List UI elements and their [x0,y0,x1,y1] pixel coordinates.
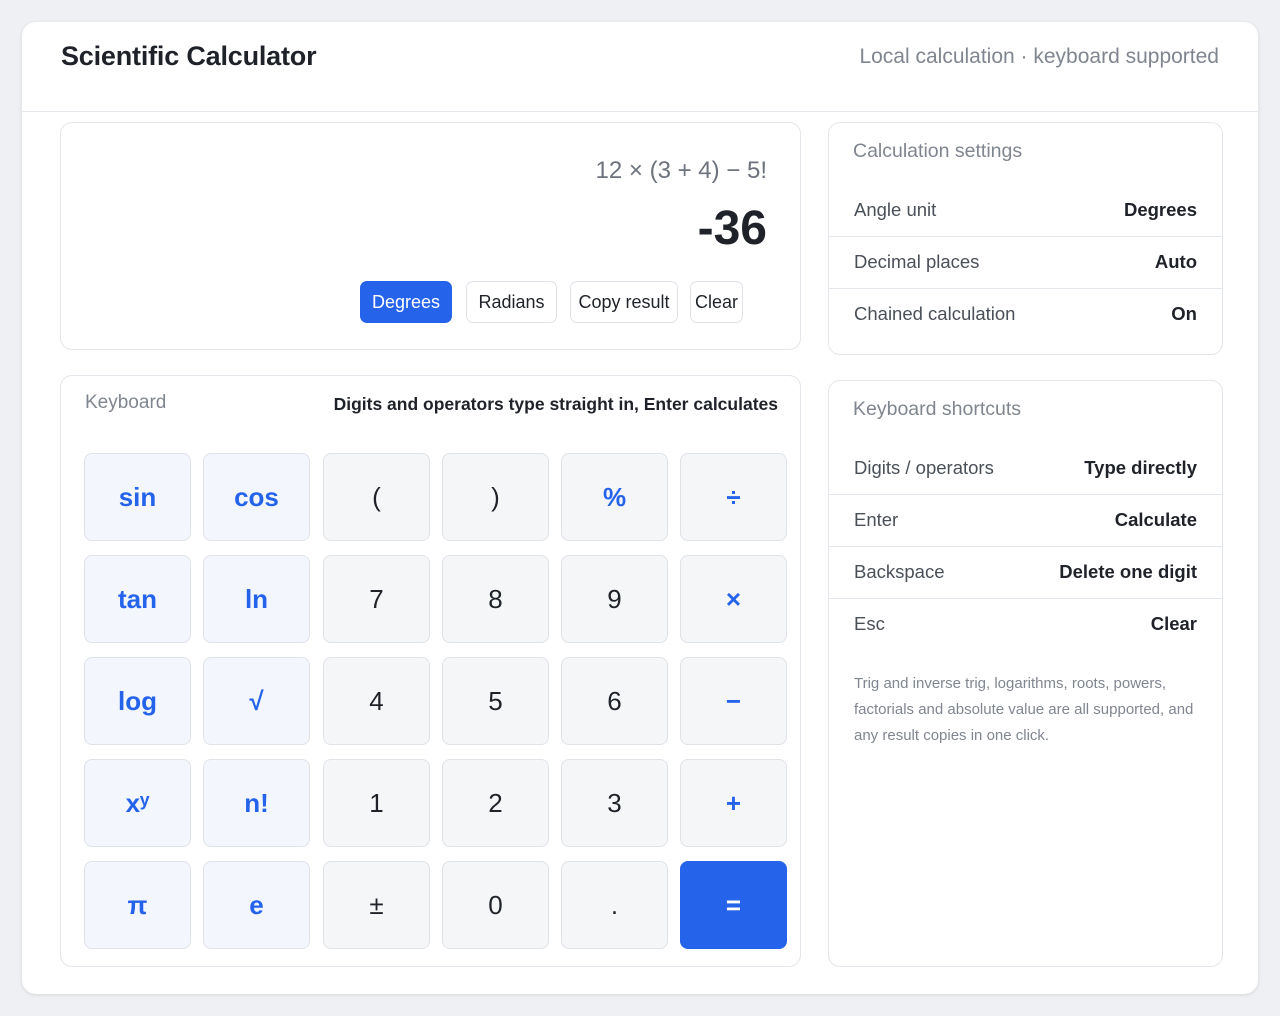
shortcut-action: Type directly [1084,457,1197,478]
setting-label: Chained calculation [854,303,1016,324]
key-decimal[interactable]: . [561,861,668,949]
key-sqrt[interactable]: √ [203,657,310,745]
key-ln[interactable]: ln [203,555,310,643]
result-display: -36 [697,202,767,255]
key-sin[interactable]: sin [84,453,191,541]
key-9[interactable]: 9 [561,555,668,643]
keyboard-panel: Keyboard Digits and operators type strai… [60,375,801,967]
shortcut-row: Digits / operators Type directly [829,442,1222,495]
key-pi[interactable]: π [84,861,191,949]
setting-value: Degrees [1123,199,1197,220]
key-5[interactable]: 5 [442,657,549,745]
shortcut-row: Backspace Delete one digit [829,546,1222,599]
setting-value: On [1171,303,1197,324]
shortcut-action: Calculate [1114,509,1197,530]
feature-note: Trig and inverse trig, logarithms, roots… [854,675,1194,744]
key-0[interactable]: 0 [442,861,549,949]
shortcut-key: Esc [854,613,885,634]
key-add[interactable]: + [680,759,787,847]
keyboard-shortcuts-panel: Keyboard shortcuts Digits / operators Ty… [828,380,1223,967]
key-equals[interactable]: = [680,861,787,949]
key-4[interactable]: 4 [323,657,430,745]
calculation-settings-panel: Calculation settings Angle unit Degrees … [828,122,1223,355]
shortcut-row: Esc Clear [829,598,1222,650]
shortcut-action: Clear [1150,613,1197,634]
settings-title: Calculation settings [853,140,1023,162]
key-7[interactable]: 7 [323,555,430,643]
degrees-button[interactable]: Degrees [360,281,452,323]
key-open-paren[interactable]: ( [323,453,430,541]
setting-label: Decimal places [854,251,980,272]
key-cos[interactable]: cos [203,453,310,541]
key-subtract[interactable]: − [680,657,787,745]
key-percent[interactable]: % [561,453,668,541]
key-close-paren[interactable]: ) [442,453,549,541]
setting-row-angle-unit[interactable]: Angle unit Degrees [829,184,1222,237]
key-2[interactable]: 2 [442,759,549,847]
key-multiply[interactable]: × [680,555,787,643]
setting-label: Angle unit [854,199,937,220]
key-3[interactable]: 3 [561,759,668,847]
header-subtitle: Local calculation · keyboard supported [859,45,1219,68]
key-6[interactable]: 6 [561,657,668,745]
key-plus-minus[interactable]: ± [323,861,430,949]
key-tan[interactable]: tan [84,555,191,643]
setting-row-decimal-places[interactable]: Decimal places Auto [829,236,1222,289]
key-log[interactable]: log [84,657,191,745]
page-title: Scientific Calculator [61,41,317,71]
key-e[interactable]: e [203,861,310,949]
shortcut-key: Digits / operators [854,457,994,478]
setting-row-chained-calculation[interactable]: Chained calculation On [829,288,1222,340]
calculator-card: Scientific Calculator Local calculation … [22,22,1258,994]
key-factorial[interactable]: n! [203,759,310,847]
display-panel: 12 × (3 + 4) − 5! -36 Degrees Radians Co… [60,122,801,350]
shortcut-row: Enter Calculate [829,494,1222,547]
key-divide[interactable]: ÷ [680,453,787,541]
shortcut-action: Delete one digit [1059,561,1197,582]
shortcuts-title: Keyboard shortcuts [853,398,1022,420]
shortcut-key: Backspace [854,561,945,582]
clear-button[interactable]: Clear [690,281,743,323]
expression-display: 12 × (3 + 4) − 5! [595,157,767,184]
key-8[interactable]: 8 [442,555,549,643]
keyboard-title: Keyboard [85,392,167,413]
shortcut-key: Enter [854,509,899,530]
key-1[interactable]: 1 [323,759,430,847]
copy-result-button[interactable]: Copy result [570,281,678,323]
radians-button[interactable]: Radians [466,281,557,323]
setting-value: Auto [1154,251,1197,272]
keyboard-hint: Digits and operators type straight in, E… [333,394,778,414]
header: Scientific Calculator Local calculation … [22,22,1258,112]
key-power[interactable]: xʸ [84,759,191,847]
